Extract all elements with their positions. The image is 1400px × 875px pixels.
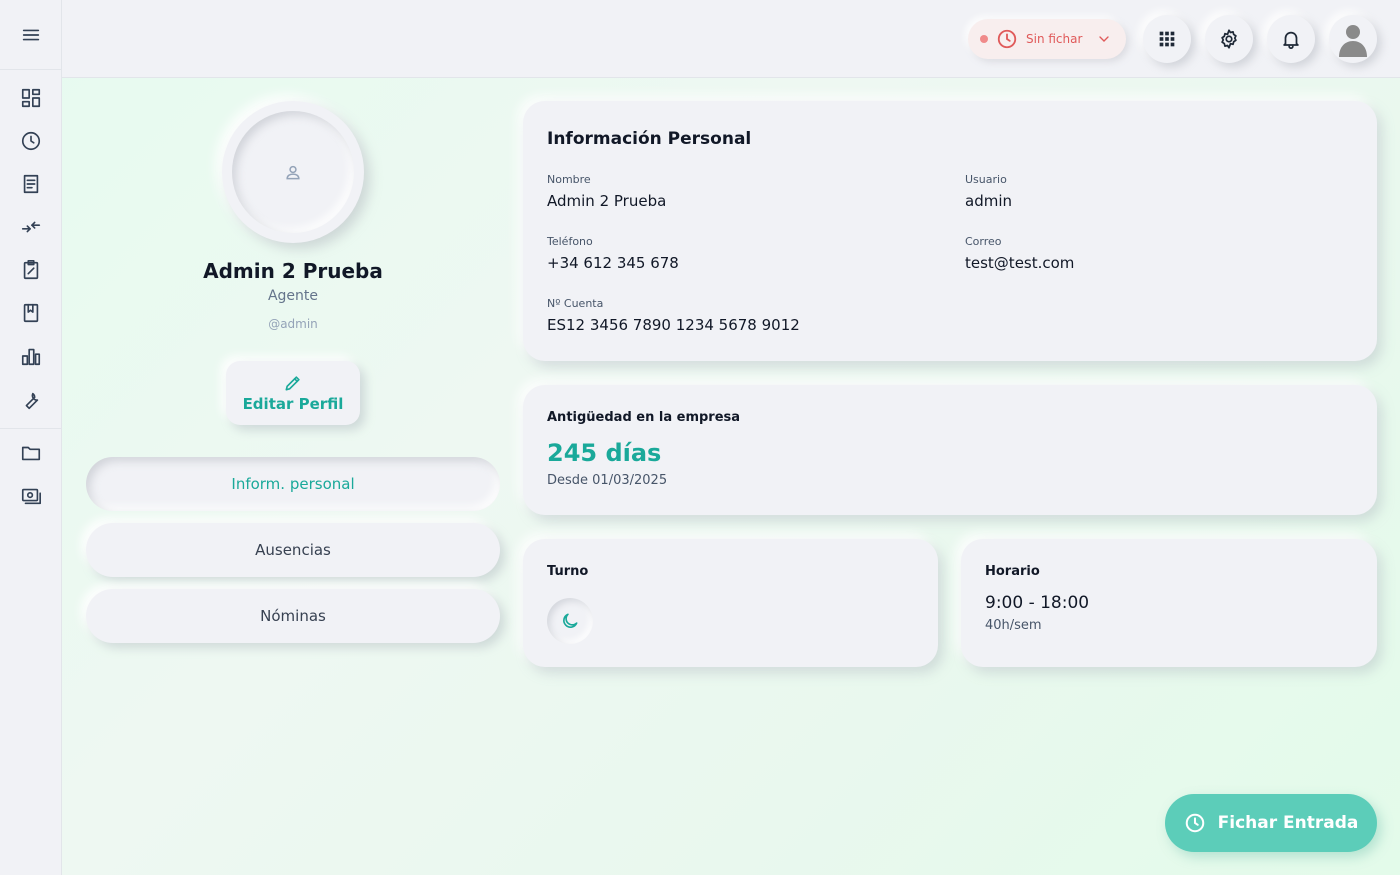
pencil-icon xyxy=(285,376,300,391)
receipt-icon xyxy=(23,174,39,194)
sidebar-item-tools[interactable] xyxy=(19,389,43,413)
tab-personal-info[interactable]: Inform. personal xyxy=(86,457,500,511)
user-silhouette-icon xyxy=(1339,25,1367,57)
user-label: Usuario xyxy=(965,173,1007,186)
grid-icon xyxy=(1159,31,1175,47)
seniority-days: 245 días xyxy=(547,439,662,467)
personal-info-card: Información Personal Nombre Admin 2 Prue… xyxy=(523,101,1377,361)
sidebar-item-transfers[interactable] xyxy=(19,215,43,239)
bookmark-icon xyxy=(23,303,39,323)
clock-status-label: Sin fichar xyxy=(1026,32,1083,46)
status-dot xyxy=(980,35,988,43)
clock-icon xyxy=(21,131,41,151)
top-header: Sin fichar xyxy=(62,0,1400,78)
bell-icon xyxy=(1283,31,1299,50)
night-shift-indicator xyxy=(547,598,593,644)
shift-title: Turno xyxy=(547,564,589,579)
user-value: admin xyxy=(965,192,1012,210)
user-avatar-button[interactable] xyxy=(1329,15,1377,63)
apps-button[interactable] xyxy=(1143,15,1191,63)
clock-in-button[interactable]: Fichar Entrada xyxy=(1165,794,1377,852)
sidebar-item-payments[interactable] xyxy=(19,484,43,508)
account-value: ES12 3456 7890 1234 5678 9012 xyxy=(547,316,800,334)
seniority-title: Antigüedad en la empresa xyxy=(547,410,741,425)
gear-icon xyxy=(1221,29,1237,49)
clock-in-label: Fichar Entrada xyxy=(1217,813,1359,833)
phone-value: +34 612 345 678 xyxy=(547,254,679,272)
sidebar-item-dashboard[interactable] xyxy=(19,86,43,110)
profile-avatar-inner xyxy=(232,111,354,233)
clock-icon xyxy=(997,29,1017,49)
profile-handle: @admin xyxy=(268,317,318,331)
settings-button[interactable] xyxy=(1205,15,1253,63)
sidebar-item-bookmarks[interactable] xyxy=(19,301,43,325)
schedule-card: Horario 9:00 - 18:00 40h/sem xyxy=(961,539,1377,667)
sidebar-divider xyxy=(0,428,62,429)
email-label: Correo xyxy=(965,235,1002,248)
chevron-down-icon xyxy=(1099,36,1110,42)
sidebar xyxy=(0,0,62,875)
account-label: Nº Cuenta xyxy=(547,297,604,310)
clock-status-dropdown[interactable]: Sin fichar xyxy=(968,19,1126,59)
hamburger-icon xyxy=(22,29,39,40)
seniority-since: Desde 01/03/2025 xyxy=(547,473,668,488)
sidebar-item-tasks[interactable] xyxy=(19,258,43,282)
schedule-hours: 9:00 - 18:00 xyxy=(985,593,1090,613)
phone-label: Teléfono xyxy=(547,235,593,248)
schedule-weekly: 40h/sem xyxy=(985,618,1042,633)
user-icon xyxy=(286,165,300,180)
name-label: Nombre xyxy=(547,173,591,186)
profile-avatar[interactable] xyxy=(222,101,364,243)
money-icon xyxy=(21,488,41,505)
email-value: test@test.com xyxy=(965,254,1075,272)
sidebar-item-files[interactable] xyxy=(19,441,43,465)
sidebar-item-stats[interactable] xyxy=(19,344,43,368)
dashboard-icon xyxy=(21,88,41,108)
shift-card: Turno xyxy=(523,539,938,667)
seniority-card: Antigüedad en la empresa 245 días Desde … xyxy=(523,385,1377,515)
edit-profile-label: Editar Perfil xyxy=(242,395,344,413)
sidebar-item-clock[interactable] xyxy=(19,129,43,153)
menu-toggle-button[interactable] xyxy=(0,0,61,70)
moon-icon xyxy=(563,613,578,628)
arrows-merge-icon xyxy=(21,221,41,233)
sidebar-item-records[interactable] xyxy=(19,172,43,196)
edit-profile-button[interactable]: Editar Perfil xyxy=(226,361,360,425)
name-value: Admin 2 Prueba xyxy=(547,192,667,210)
tab-payslips[interactable]: Nóminas xyxy=(86,589,500,643)
clock-icon xyxy=(1185,813,1204,833)
tab-absences[interactable]: Ausencias xyxy=(86,523,500,577)
notifications-button[interactable] xyxy=(1267,15,1315,63)
schedule-title: Horario xyxy=(985,564,1040,579)
wrench-icon xyxy=(25,392,39,410)
folder-icon xyxy=(21,446,41,461)
bar-chart-icon xyxy=(21,348,41,366)
clipboard-edit-icon xyxy=(23,260,39,280)
profile-role: Agente xyxy=(267,288,319,304)
profile-name: Admin 2 Prueba xyxy=(203,259,383,283)
personal-info-title: Información Personal xyxy=(547,129,752,149)
